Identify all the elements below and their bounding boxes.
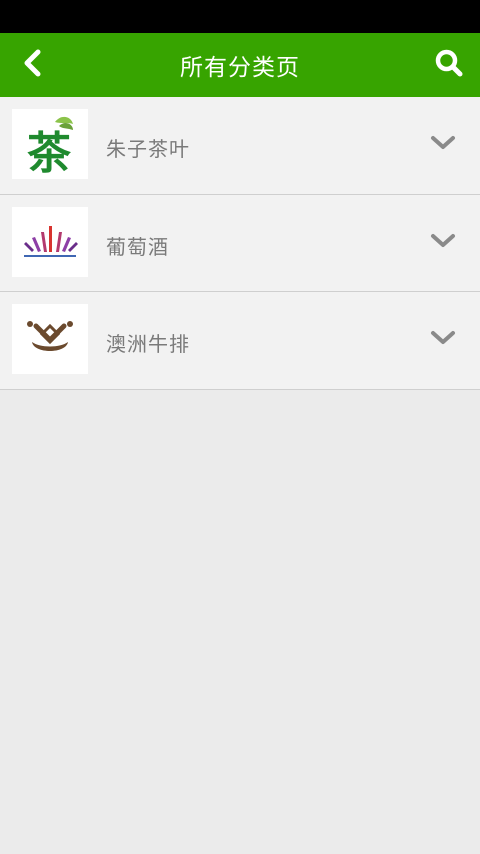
- category-label: 朱子茶叶: [106, 137, 190, 161]
- search-button[interactable]: [430, 47, 468, 83]
- wine-bottles-logo: [12, 206, 88, 277]
- chevron-down-icon[interactable]: [430, 328, 456, 348]
- tea-logo-text: 茶: [27, 128, 72, 176]
- tea-logo: 茶: [12, 109, 88, 179]
- back-button[interactable]: [14, 47, 50, 83]
- chevron-left-icon: [21, 48, 43, 82]
- category-item-wine[interactable]: 葡萄酒: [0, 194, 480, 292]
- status-bar: [0, 0, 480, 33]
- category-list: 茶 朱子茶叶 葡萄酒 澳洲牛排: [0, 97, 480, 390]
- chevron-down-icon[interactable]: [430, 231, 456, 251]
- steak-logo: [12, 304, 88, 374]
- chevron-down-icon[interactable]: [430, 133, 456, 153]
- category-label: 葡萄酒: [106, 234, 169, 259]
- header-bar: 所有分类页: [0, 33, 480, 97]
- category-label: 澳洲牛排: [106, 332, 190, 356]
- page-title: 所有分类页: [180, 55, 300, 81]
- category-item-steak[interactable]: 澳洲牛排: [0, 292, 480, 390]
- search-icon: [434, 48, 464, 82]
- category-item-tea[interactable]: 茶 朱子茶叶: [0, 97, 480, 195]
